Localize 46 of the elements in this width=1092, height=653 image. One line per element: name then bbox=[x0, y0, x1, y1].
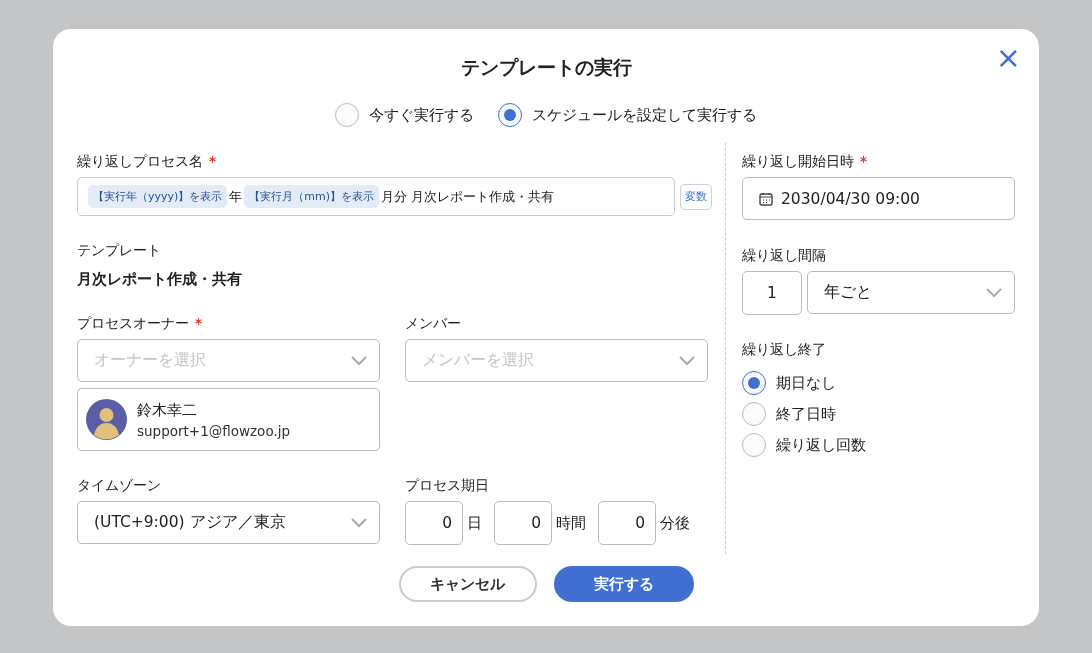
unit-label: 日 bbox=[467, 513, 482, 533]
radio-option[interactable]: 期日なし bbox=[742, 371, 1015, 395]
field-label: プロセスオーナー bbox=[77, 315, 189, 333]
template-name: 月次レポート作成・共有 bbox=[77, 270, 243, 289]
field-label: プロセス期日 bbox=[405, 477, 489, 495]
field-label: 繰り返しプロセス名 bbox=[77, 153, 203, 171]
number-input[interactable]: 0 bbox=[598, 501, 656, 545]
field-label: 繰り返し間隔 bbox=[742, 247, 826, 265]
dialog-title: テンプレートの実行 bbox=[460, 55, 632, 80]
interval-unit-select[interactable]: 年ごと bbox=[807, 271, 1015, 314]
chevron-down-icon bbox=[679, 355, 695, 366]
date-field[interactable]: 2030/04/30 09:00 bbox=[742, 177, 1015, 220]
avatar-icon bbox=[86, 399, 127, 440]
required-asterisk: * bbox=[195, 315, 203, 333]
variable-tag: 【実行年（yyyy)】を表示 bbox=[88, 185, 228, 208]
name-text: 年 bbox=[229, 187, 243, 206]
radio-option[interactable]: 繰り返し回数 bbox=[742, 433, 1015, 457]
timezone-select[interactable]: (UTC+9:00) アジア／東京 bbox=[77, 501, 380, 544]
required-asterisk: * bbox=[209, 153, 217, 171]
variable-tag: 【実行月（mm)】を表示 bbox=[244, 185, 380, 208]
interval-input[interactable]: 1 bbox=[742, 271, 802, 315]
chevron-down-icon bbox=[351, 517, 367, 528]
field-label: メンバー bbox=[405, 315, 461, 333]
number-input[interactable]: 0 bbox=[494, 501, 552, 545]
field-label: 繰り返し開始日時 bbox=[742, 153, 854, 171]
radio-option[interactable]: 終了日時 bbox=[742, 402, 1015, 426]
variable-button[interactable]: 変数 bbox=[680, 183, 712, 210]
required-asterisk: * bbox=[860, 153, 868, 171]
unit-label: 分後 bbox=[660, 513, 690, 533]
user-name: 鈴木幸二 bbox=[137, 400, 198, 420]
radio-option[interactable]: 今すぐ実行する bbox=[335, 103, 474, 127]
process-name-field[interactable]: 【実行年（yyyy)】を表示 年 【実行月（mm)】を表示 月分 月次レポート作成・共有 bbox=[77, 177, 675, 216]
cancel-button[interactable]: キャンセル bbox=[398, 566, 537, 602]
name-text: 月分 月次レポート作成・共有 bbox=[381, 187, 555, 206]
close-button[interactable]: × bbox=[991, 41, 1025, 75]
run-button[interactable]: 実行する bbox=[553, 566, 694, 602]
field-label: タイムゾーン bbox=[77, 477, 161, 495]
chevron-down-icon bbox=[351, 355, 367, 366]
calendar-icon bbox=[759, 191, 773, 206]
number-input[interactable]: 0 bbox=[405, 501, 463, 545]
field-label: テンプレート bbox=[77, 242, 161, 260]
user-email: support+1@flowzoo.jp bbox=[137, 422, 290, 439]
radio-option[interactable]: スケジュールを設定して実行する bbox=[498, 103, 757, 127]
chevron-down-icon bbox=[986, 287, 1002, 298]
unit-label: 時間 bbox=[556, 513, 586, 533]
field-label: 繰り返し終了 bbox=[742, 341, 826, 359]
